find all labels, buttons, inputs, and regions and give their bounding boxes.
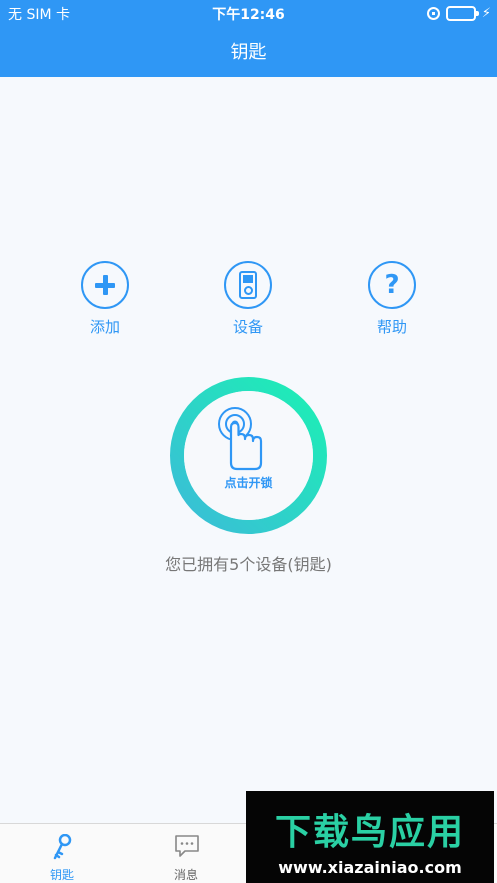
app-header: 无 SIM 卡 下午12:46 ⚡ 钥匙 <box>0 0 497 77</box>
question-mark: ? <box>384 270 400 300</box>
owned-devices-text: 您已拥有5个设备(钥匙) <box>165 555 332 574</box>
help-icon: ? <box>368 261 416 309</box>
orientation-lock-icon <box>426 6 440 20</box>
devices-label: 设备 <box>232 318 263 336</box>
devices-button[interactable]: 设备 <box>203 261 293 337</box>
watermark-url: www.xiazainiao.com <box>278 858 462 877</box>
finger-tap-icon <box>218 407 263 471</box>
add-button[interactable]: 添加 <box>60 261 150 337</box>
battery-icon <box>445 5 479 21</box>
watermark-title: 下载鸟应用 <box>274 812 465 853</box>
key-icon <box>53 834 72 860</box>
tab-messages[interactable]: 消息 <box>124 824 248 883</box>
unlock-label: 点击开锁 <box>224 476 273 490</box>
charging-icon: ⚡ <box>481 5 491 21</box>
help-label: 帮助 <box>376 318 407 336</box>
message-icon <box>175 835 199 857</box>
device-icon <box>224 261 272 309</box>
status-right-group: ⚡ <box>426 5 491 21</box>
help-button[interactable]: ? 帮助 <box>347 261 437 337</box>
tab-keys-label: 钥匙 <box>49 868 74 882</box>
add-label: 添加 <box>89 318 120 336</box>
tab-keys[interactable]: 钥匙 <box>0 824 124 883</box>
status-time: 下午12:46 <box>212 7 285 23</box>
page-title: 钥匙 <box>230 42 267 63</box>
tab-messages-label: 消息 <box>173 868 198 882</box>
unlock-button[interactable]: 点击开锁 <box>170 377 327 534</box>
watermark-overlay: 下载鸟应用 www.xiazainiao.com <box>246 791 494 883</box>
status-bar: 无 SIM 卡 下午12:46 ⚡ <box>0 0 497 26</box>
plus-icon <box>81 261 129 309</box>
